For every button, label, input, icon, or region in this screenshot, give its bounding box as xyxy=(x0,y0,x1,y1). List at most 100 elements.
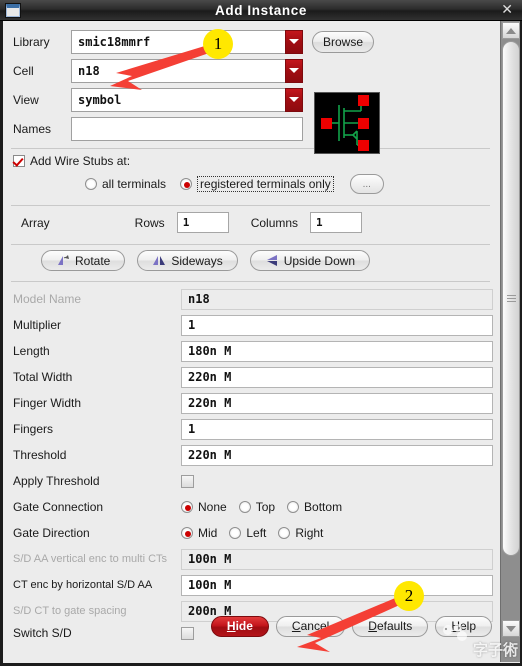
sideways-button[interactable]: Sideways xyxy=(137,250,238,271)
library-label: Library xyxy=(13,34,50,49)
library-dropdown-arrow-icon[interactable] xyxy=(285,29,303,54)
param-label: Total Width xyxy=(13,370,73,384)
gate-direction-option[interactable]: Left xyxy=(229,526,266,540)
apply-threshold-checkbox[interactable] xyxy=(181,474,194,488)
param-row: Apply Threshold xyxy=(3,468,498,494)
radio-gate-direction-right[interactable] xyxy=(278,527,291,539)
threshold-field[interactable]: 220n M xyxy=(181,444,493,466)
browse-button[interactable]: Browse xyxy=(312,30,375,53)
cell-dropdown-arrow-icon[interactable] xyxy=(285,58,303,83)
gate-connection-option[interactable]: Top xyxy=(238,500,275,514)
param-label: Model Name xyxy=(13,292,82,306)
wire-stubs-section: Add Wire Stubs at: all terminals registe… xyxy=(3,149,498,200)
add-wire-stubs-label: Add Wire Stubs at: xyxy=(30,154,131,168)
array-section: Array Rows 1 Columns 1 xyxy=(3,206,498,239)
radio-gate-direction-mid[interactable] xyxy=(181,527,193,539)
param-row: Threshold 220n M xyxy=(3,442,498,468)
library-value: smic18mmrf xyxy=(78,34,151,49)
rotate-icon xyxy=(58,255,69,265)
rotate-label: Rotate xyxy=(75,253,111,268)
option-label: Bottom xyxy=(304,500,343,514)
param-row: Length 180n M xyxy=(3,338,498,364)
view-combo[interactable]: symbol xyxy=(71,87,303,112)
scrollbar-thumb[interactable] xyxy=(502,41,520,556)
param-label: Apply Threshold xyxy=(13,474,100,488)
rows-input[interactable]: 1 xyxy=(176,212,229,233)
view-dropdown-arrow-icon[interactable] xyxy=(285,87,303,112)
sideways-label: Sideways xyxy=(171,253,223,268)
mosfet-symbol-icon xyxy=(321,95,369,151)
multiplier-field[interactable]: 1 xyxy=(181,314,493,336)
radio-registered-terminals-only[interactable] xyxy=(180,178,193,190)
ct-enc-horizontal-field[interactable]: 100n M xyxy=(181,574,493,596)
param-label: S/D AA vertical enc to multi CTs xyxy=(13,553,168,565)
columns-input[interactable]: 1 xyxy=(310,212,363,233)
option-label: None xyxy=(198,500,227,514)
param-label: Length xyxy=(13,344,50,358)
param-row: Fingers 1 xyxy=(3,416,498,442)
annotation-badge-1: 1 xyxy=(203,29,233,59)
gate-connection-option[interactable]: None xyxy=(181,500,227,514)
close-icon[interactable]: ✕ xyxy=(501,3,513,17)
view-label: View xyxy=(13,92,39,107)
radio-gate-connection-top[interactable] xyxy=(238,501,251,513)
fingers-field[interactable]: 1 xyxy=(181,418,493,440)
param-row: Total Width 220n M xyxy=(3,364,498,390)
cell-label: Cell xyxy=(13,63,34,78)
cancel-button[interactable]: Cancel xyxy=(275,615,346,637)
param-row: Gate Connection None Top Bottom xyxy=(3,494,498,520)
window-title: Add Instance xyxy=(215,2,307,18)
option-label: Left xyxy=(246,526,267,540)
rows-label: Rows xyxy=(134,215,165,230)
gate-connection-radios: None Top Bottom xyxy=(181,500,354,514)
names-row: Names xyxy=(13,114,498,143)
radio-gate-connection-bottom[interactable] xyxy=(287,501,300,513)
param-label: Threshold xyxy=(13,448,67,462)
wire-stubs-checkbox-row[interactable]: Add Wire Stubs at: xyxy=(13,154,498,168)
option-label: Mid xyxy=(198,526,218,540)
hide-label-rest: ide xyxy=(235,619,253,633)
wire-stubs-more-button[interactable]: ... xyxy=(349,174,384,194)
dialog-content: Library smic18mmrf Browse Cell n18 View … xyxy=(3,21,498,641)
defaults-button[interactable]: Defaults xyxy=(352,615,429,637)
rotate-button[interactable]: Rotate xyxy=(41,250,126,271)
names-label: Names xyxy=(13,121,52,136)
vertical-scrollbar[interactable] xyxy=(500,21,520,662)
cell-row: Cell n18 xyxy=(13,56,498,85)
cell-combo[interactable]: n18 xyxy=(71,58,303,83)
param-label: Finger Width xyxy=(13,396,82,410)
radio-gate-direction-left[interactable] xyxy=(229,527,242,539)
gate-direction-option[interactable]: Right xyxy=(278,526,323,540)
gate-direction-radios: Mid Left Right xyxy=(181,526,335,540)
param-label: Gate Direction xyxy=(13,526,90,540)
add-instance-dialog: Add Instance ✕ Library smic18mmrf Browse… xyxy=(0,0,522,666)
columns-label: Columns xyxy=(250,215,299,230)
view-value: symbol xyxy=(78,92,122,107)
param-row: Finger Width 220n M xyxy=(3,390,498,416)
param-row: Model Name n18 xyxy=(3,286,498,312)
library-combo[interactable]: smic18mmrf xyxy=(71,29,303,54)
scroll-down-button[interactable] xyxy=(502,620,520,637)
gate-direction-option[interactable]: Mid xyxy=(181,526,217,540)
gate-connection-option[interactable]: Bottom xyxy=(287,500,342,514)
names-input[interactable] xyxy=(71,116,303,141)
radio-gate-connection-none[interactable] xyxy=(181,501,193,513)
param-row: Gate Direction Mid Left Right xyxy=(3,520,498,546)
radio-all-terminals[interactable] xyxy=(85,178,97,190)
total-width-field[interactable]: 220n M xyxy=(181,366,493,388)
symbol-preview xyxy=(314,92,380,154)
orientation-section: Rotate Sideways Upside Down xyxy=(3,245,498,276)
upside-down-label: Upside Down xyxy=(283,253,356,268)
finger-width-field[interactable]: 220n M xyxy=(181,392,493,414)
registered-terminals-only-label: registered terminals only xyxy=(197,176,334,192)
scroll-up-button[interactable] xyxy=(502,22,520,39)
length-field[interactable]: 180n M xyxy=(181,340,493,362)
param-label: Fingers xyxy=(13,422,54,436)
dialog-button-bar: Hide Cancel Defaults Help xyxy=(3,611,498,641)
sd-aa-vertical-enc-field: 100n M xyxy=(181,548,493,570)
upside-down-button[interactable]: Upside Down xyxy=(249,250,371,271)
parameters-section: Model Name n18 Multiplier 1 Length 180n … xyxy=(3,282,498,642)
add-wire-stubs-checkbox[interactable] xyxy=(13,155,25,167)
hide-button[interactable]: Hide xyxy=(210,615,269,637)
cell-value: n18 xyxy=(78,63,100,78)
